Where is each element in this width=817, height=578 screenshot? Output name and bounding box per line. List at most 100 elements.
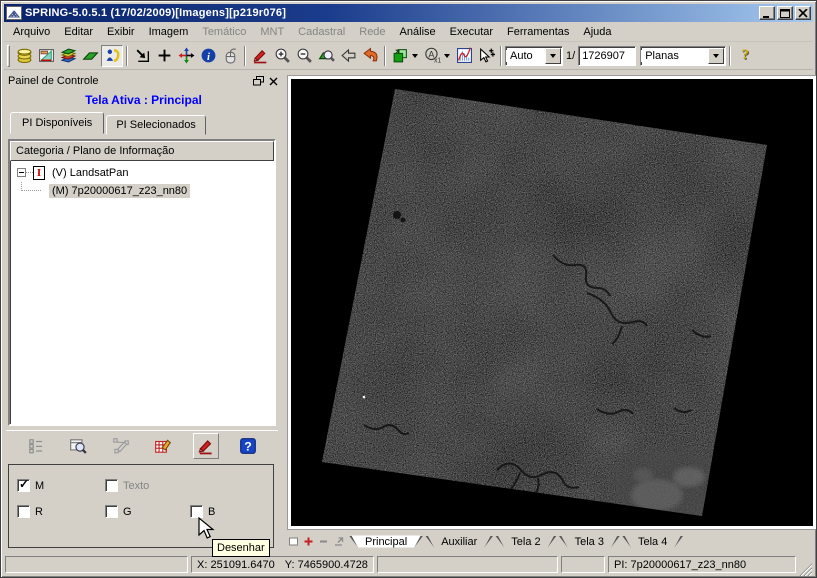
- tree-item-category[interactable]: I (V) LandsatPan: [10, 164, 274, 181]
- menu-exibir[interactable]: Exibir: [100, 23, 142, 41]
- toolbar-button-active-plane[interactable]: [79, 45, 101, 67]
- zoom-in-icon: [274, 47, 291, 64]
- status-cell-coordinates: X: 251091.6470 Y: 7465900.4728: [191, 556, 374, 573]
- close-panel-button[interactable]: [266, 74, 281, 88]
- detach-screen-button[interactable]: [332, 535, 345, 548]
- toolbar-button-zoom-region[interactable]: [315, 45, 337, 67]
- svg-text:i: i: [207, 52, 210, 63]
- tab-pi-disponiveis[interactable]: PI Disponíveis: [10, 112, 104, 134]
- title-bar[interactable]: SPRING-5.0.5.1 (17/02/2009)[Imagens][p21…: [4, 4, 813, 22]
- checkbox-m[interactable]: M: [17, 479, 105, 492]
- map-canvas[interactable]: [288, 76, 816, 529]
- checkbox-r[interactable]: R: [17, 505, 105, 518]
- app-window: SPRING-5.0.5.1 (17/02/2009)[Imagens][p21…: [0, 0, 817, 578]
- toolbar-button-mouse[interactable]: [219, 45, 241, 67]
- tab-tela-3[interactable]: Tela 3: [559, 536, 620, 548]
- toolbar-button-draw[interactable]: [249, 45, 271, 67]
- vector-edit-button: [108, 433, 134, 459]
- toolbar-button-undo-view[interactable]: [359, 45, 381, 67]
- legend-button[interactable]: [23, 433, 49, 459]
- pi-tabbar: PI Disponíveis PI Selecionados: [4, 110, 283, 134]
- help-icon: ?: [239, 437, 257, 455]
- control-panel-titlebar[interactable]: Painel de Controle: [4, 72, 283, 90]
- checkbox-texto-box: [105, 479, 118, 492]
- tab-tela-4[interactable]: Tela 4: [622, 536, 683, 548]
- toolbar-button-pan[interactable]: [175, 45, 197, 67]
- category-label[interactable]: (V) LandsatPan: [49, 166, 131, 180]
- menu-executar[interactable]: Executar: [443, 23, 500, 41]
- matrix-edit-icon: [154, 437, 172, 455]
- toolbar-button-zoom-out[interactable]: [293, 45, 315, 67]
- toolbar-button-redraw[interactable]: [131, 45, 153, 67]
- query-button[interactable]: [65, 433, 91, 459]
- active-screen-label: Tela Ativa : Principal: [4, 90, 283, 110]
- menu-arquivo[interactable]: Arquivo: [6, 23, 57, 41]
- couple-screens-dropdown-icon[interactable]: [412, 54, 418, 58]
- main-area: Painel de Controle Tela Ativa : Principa…: [4, 70, 813, 553]
- checkbox-r-box[interactable]: [17, 505, 30, 518]
- add-screen-button[interactable]: [302, 535, 315, 548]
- status-bar: X: 251091.6470 Y: 7465900.4728 PI: 7p200…: [4, 553, 813, 576]
- tab-pi-selecionados[interactable]: PI Selecionados: [106, 115, 206, 135]
- menu-editar[interactable]: Editar: [57, 23, 100, 41]
- scale-input[interactable]: [578, 46, 636, 66]
- toolbar-button-spring-cursor[interactable]: [101, 45, 123, 67]
- toolbar-button-layers[interactable]: [57, 45, 79, 67]
- new-screen-button[interactable]: [287, 535, 300, 548]
- help-button[interactable]: ?: [734, 45, 756, 67]
- checkbox-m-box[interactable]: [17, 479, 30, 492]
- toolbar-button-couple-screens[interactable]: [389, 45, 411, 67]
- resize-grip[interactable]: [799, 563, 812, 576]
- crosshair-icon: [156, 47, 173, 64]
- toolbar-button-project[interactable]: [35, 45, 57, 67]
- toolbar-button-contrast[interactable]: Ax1: [421, 45, 443, 67]
- tab-auxiliar[interactable]: Auxiliar: [425, 536, 493, 548]
- contrast-dropdown-icon[interactable]: [444, 54, 450, 58]
- tree-item-layer[interactable]: (M) 7p20000617_z23_nn80: [10, 182, 274, 199]
- checkbox-g[interactable]: G: [105, 505, 190, 518]
- redraw-corner-icon: [134, 47, 151, 64]
- panel-help-button[interactable]: ?: [235, 433, 261, 459]
- toolbar-button-histogram[interactable]: [453, 45, 475, 67]
- zoom-mode-combobox[interactable]: Auto: [505, 46, 563, 66]
- scale-prefix-label: 1/: [566, 50, 575, 62]
- layer-label[interactable]: (M) 7p20000617_z23_nn80: [49, 184, 190, 198]
- matrix-edit-button[interactable]: [150, 433, 176, 459]
- menu-ferramentas[interactable]: Ferramentas: [500, 23, 576, 41]
- tab-principal[interactable]: Principal: [349, 536, 423, 548]
- float-panel-button[interactable]: [251, 74, 266, 88]
- toolbar-button-info[interactable]: i: [197, 45, 219, 67]
- menu-mnt: MNT: [253, 23, 291, 41]
- remove-screen-button[interactable]: [317, 535, 330, 548]
- vector-edit-icon: [112, 437, 130, 455]
- maximize-button[interactable]: [777, 6, 793, 20]
- minimize-button[interactable]: [759, 6, 775, 20]
- toolbar-button-zoom-in[interactable]: [271, 45, 293, 67]
- status-cell-1: [5, 556, 188, 573]
- pi-tree[interactable]: Categoria / Plano de Informação I (V) La…: [8, 139, 276, 426]
- menu-imagem[interactable]: Imagem: [142, 23, 196, 41]
- tree-header[interactable]: Categoria / Plano de Informação: [10, 141, 274, 161]
- info-icon: i: [200, 47, 217, 64]
- collapse-icon[interactable]: [17, 168, 26, 177]
- screen-tabbar: Principal Auxiliar Tela 2 Tela 3 Tela 4: [287, 531, 817, 552]
- toolbar-button-database[interactable]: [13, 45, 35, 67]
- close-button[interactable]: [795, 6, 811, 20]
- toolbar-button-crosshair[interactable]: [153, 45, 175, 67]
- toolbar-button-previous-view[interactable]: [337, 45, 359, 67]
- tab-tela-2[interactable]: Tela 2: [495, 536, 556, 548]
- mouse-cursor: [197, 517, 215, 544]
- zoom-mode-dropdown-icon[interactable]: [545, 48, 561, 64]
- draw-pencil-icon: [252, 47, 269, 64]
- checkbox-g-box[interactable]: [105, 505, 118, 518]
- menu-ajuda[interactable]: Ajuda: [576, 23, 618, 41]
- projection-combobox[interactable]: Planas: [640, 46, 726, 66]
- toolbar-button-acquire-points[interactable]: [475, 45, 497, 67]
- toolbar-handle[interactable]: [7, 45, 10, 67]
- menu-analise[interactable]: Análise: [393, 23, 443, 41]
- draw-button[interactable]: [193, 433, 219, 459]
- zoom-mode-value: Auto: [506, 50, 544, 62]
- toolbar-separator: [384, 46, 386, 66]
- histogram-icon: [456, 47, 473, 64]
- projection-dropdown-icon[interactable]: [708, 48, 724, 64]
